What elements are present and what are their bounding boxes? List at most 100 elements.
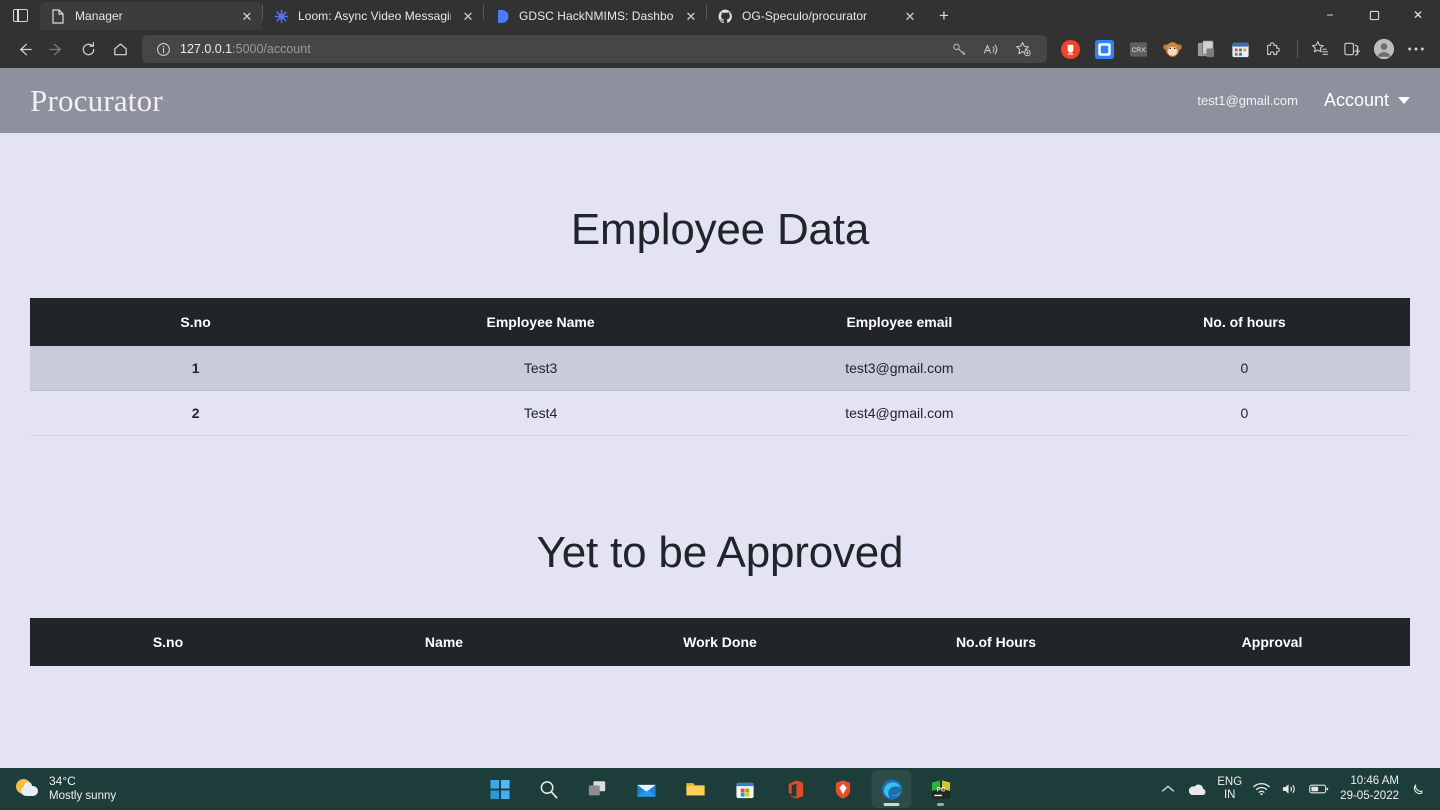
battery-icon[interactable] [1309,783,1329,795]
table-row[interactable]: 2 Test4 test4@gmail.com 0 [30,390,1410,436]
document-icon [50,8,66,24]
brave-icon[interactable] [823,770,863,808]
account-menu-label: Account [1323,90,1389,110]
browser-tab-github[interactable]: OG-Speculo/procurator ✕ [707,2,925,30]
window-minimize-button[interactable]: − [1308,0,1352,30]
task-view-icon[interactable] [578,770,618,808]
office-icon[interactable] [774,770,814,808]
url-host: 127.0.0.1 [180,42,233,56]
weather-description: Mostly sunny [49,790,117,803]
collections-copy-icon[interactable] [1189,34,1223,64]
web-page: Procurator test1@gmail.com Account Emplo… [0,68,1440,768]
speaker-icon[interactable] [1281,782,1298,796]
site-navbar: Procurator test1@gmail.com Account [0,68,1440,133]
table-body: 1 Test3 test3@gmail.com 0 2 Test4 test4@… [30,346,1410,436]
edge-icon[interactable] [871,770,912,808]
table-header-row: S.no Name Work Done No.of Hours Approval [30,618,1410,666]
tab-close-icon[interactable]: ✕ [682,7,700,25]
tab-title: Loom: Async Video Messaging fo [298,9,451,23]
key-icon[interactable] [943,34,975,64]
address-bar-url: 127.0.0.1:5000/account [176,42,943,56]
url-path: :5000/account [232,42,311,56]
start-button[interactable] [480,770,520,808]
navbar-right: test1@gmail.com Account [1197,90,1410,111]
account-menu[interactable]: Account [1324,90,1410,111]
browser-tab-loom[interactable]: Loom: Async Video Messaging fo ✕ [263,2,483,30]
svg-text:PC: PC [936,786,945,793]
language-indicator[interactable]: ENG IN [1217,776,1242,802]
col-header-name: Name [306,618,582,666]
pycharm-icon[interactable]: PC [921,770,961,808]
profile-icon[interactable] [1368,34,1400,64]
col-header-sno: S.no [30,298,362,346]
taskbar-system-tray: ENG IN 10:46 AM 29-05-2022 [1161,774,1440,804]
file-explorer-icon[interactable] [676,770,716,808]
onedrive-icon[interactable] [1186,783,1206,796]
settings-more-icon[interactable] [1400,34,1432,64]
favorites-icon[interactable] [1304,34,1336,64]
cell-name: Test4 [361,390,720,436]
col-header-sno: S.no [30,618,306,666]
taskbar-app-icons: PC [480,770,961,808]
taskbar-weather-widget[interactable]: 34°C Mostly sunny [0,774,116,803]
add-favorite-icon[interactable] [1007,34,1039,64]
new-tab-button[interactable]: + [929,3,959,29]
tab-close-icon[interactable]: ✕ [238,7,256,25]
screenshot-icon[interactable] [1087,34,1121,64]
cell-name: Test3 [361,346,720,391]
back-icon[interactable] [8,34,40,64]
language-secondary: IN [1223,789,1236,801]
moon-icon[interactable] [1410,781,1426,797]
cell-email: test4@gmail.com [719,390,1079,436]
site-brand[interactable]: Procurator [30,83,163,119]
crx-icon[interactable]: CRX [1121,34,1155,64]
tab-close-icon[interactable]: ✕ [459,7,477,25]
collections-icon[interactable] [1336,34,1368,64]
employee-data-table-wrap: S.no Employee Name Employee email No. of… [30,298,1410,436]
weather-temperature: 34°C [49,774,76,789]
calendar-icon[interactable] [1223,34,1257,64]
sun-cloud-icon [16,777,40,801]
table-row[interactable]: 1 Test3 test3@gmail.com 0 [30,346,1410,391]
clock-time: 10:46 AM [1350,775,1399,788]
col-header-work-done: Work Done [582,618,858,666]
loom-icon [273,8,289,24]
browser-tab-gdsc[interactable]: GDSC HackNMIMS: Dashboard | ✕ [484,2,706,30]
search-icon[interactable] [529,770,569,808]
tab-title: Manager [75,9,123,23]
sidebar-toggle-icon [12,8,28,22]
read-aloud-icon[interactable] [975,34,1007,64]
windows-taskbar: 34°C Mostly sunny PC ENG IN 10:46 AM 29-… [0,768,1440,810]
col-header-hours: No.of Hours [858,618,1134,666]
tab-strip: Manager ✕ Loom: Async Video Messaging fo… [0,0,1440,30]
browser-toolbar: 127.0.0.1:5000/account CRX [0,30,1440,68]
window-close-button[interactable]: ✕ [1396,0,1440,30]
monkey-icon[interactable] [1155,34,1189,64]
tab-title: OG-Speculo/procurator [742,9,868,23]
microsoft-store-icon[interactable] [725,770,765,808]
chevron-up-icon[interactable] [1161,784,1175,794]
home-icon[interactable] [104,34,136,64]
taskbar-clock[interactable]: 10:46 AM 29-05-2022 [1340,774,1399,804]
chevron-down-icon [1398,97,1410,104]
brave-shield-icon[interactable] [1053,34,1087,64]
col-header-hours: No. of hours [1078,298,1410,346]
tab-title: GDSC HackNMIMS: Dashboard | [519,9,674,23]
forward-icon[interactable] [40,34,72,64]
window-maximize-button[interactable] [1352,0,1396,30]
address-bar[interactable]: 127.0.0.1:5000/account [142,35,1047,63]
browser-tab-manager[interactable]: Manager ✕ [40,2,262,30]
tab-close-icon[interactable]: ✕ [901,7,919,25]
site-information-icon[interactable] [150,42,176,57]
refresh-icon[interactable] [72,34,104,64]
weather-text: 34°C Mostly sunny [49,774,116,803]
wifi-icon[interactable] [1253,782,1270,796]
cell-email: test3@gmail.com [719,346,1079,391]
puzzle-icon[interactable] [1257,34,1291,64]
tab-actions-button[interactable] [0,0,40,30]
table-header-row: S.no Employee Name Employee email No. of… [30,298,1410,346]
cell-sno: 2 [30,390,362,436]
github-icon [717,8,733,24]
mail-icon[interactable] [627,770,667,808]
toolbar-divider [1297,40,1298,58]
